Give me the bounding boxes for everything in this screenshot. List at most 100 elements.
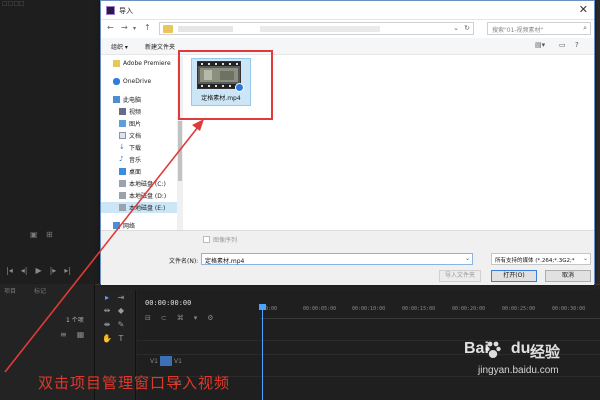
nest-icon[interactable]: ⊟	[145, 314, 151, 322]
pictures-folder-icon	[119, 120, 126, 127]
cancel-button[interactable]: 取消	[545, 270, 591, 282]
open-button[interactable]: 打开(O)	[491, 270, 537, 282]
sidebar-item-onedrive[interactable]: OneDrive	[113, 76, 151, 87]
premiere-icon	[113, 60, 120, 67]
forward-arrow-icon[interactable]: →	[121, 23, 128, 32]
sidebar-item-pictures[interactable]: 图片	[119, 118, 141, 129]
hand-tool-icon[interactable]: ✋	[102, 334, 112, 344]
selection-tool-icon[interactable]: ▸	[102, 293, 112, 303]
sidebar-item-this-pc[interactable]: 此电脑	[113, 94, 141, 105]
sidebar-item-downloads[interactable]: ↓ 下载	[119, 142, 141, 153]
onedrive-icon	[113, 78, 120, 85]
sidebar-item-videos[interactable]: 视频	[119, 106, 141, 117]
list-view-icon[interactable]: ≡	[60, 330, 67, 339]
sidebar-item-network[interactable]: 网络	[113, 220, 135, 230]
mark-out-icon[interactable]: ▸|	[64, 266, 71, 275]
new-folder-button[interactable]: 新建文件夹	[145, 42, 175, 51]
slip-tool-icon[interactable]: ⇼	[102, 320, 112, 330]
add-marker-icon[interactable]: ▾	[194, 314, 198, 322]
filetype-select[interactable]: 所有支持的媒体 (*.264;*.3G2;* ⌄	[491, 253, 591, 265]
drive-icon	[119, 204, 126, 211]
dialog-titlebar[interactable]: 导入 ✕	[101, 1, 594, 20]
folder-icon	[163, 25, 173, 33]
sidebar-item-desktop[interactable]: 桌面	[119, 166, 141, 177]
music-folder-icon: ♪	[119, 155, 124, 163]
mark-in-icon[interactable]: |◂	[6, 266, 13, 275]
linked-selection-icon[interactable]: ⌘	[177, 314, 184, 322]
address-bar[interactable]: ⌄ ↻	[159, 22, 474, 35]
icon-view-icon[interactable]: ▦	[77, 330, 85, 339]
monitor-transport-controls: |◂ ◂| ▶ |▸ ▸|	[0, 262, 96, 278]
image-sequence-option[interactable]: 图像序列	[203, 235, 237, 244]
ruler-tick: 00:00:05:00	[303, 306, 337, 312]
sidebar-item-label: 下载	[129, 145, 142, 152]
tab-markers[interactable]: 标记	[34, 286, 46, 295]
image-sequence-label: 图像序列	[213, 237, 238, 244]
sidebar-item-label: OneDrive	[123, 78, 152, 85]
timeline-timecode[interactable]: 00:00:00:00	[145, 299, 191, 307]
playhead[interactable]	[262, 306, 263, 400]
project-item-count: 1 个项	[66, 317, 84, 324]
recent-locations-icon[interactable]: ▾	[133, 25, 136, 32]
project-panel-icons: ≡ ▦	[60, 330, 84, 339]
premiere-app-icon	[106, 6, 115, 15]
sidebar-item-label: 图片	[129, 121, 142, 128]
import-folder-button[interactable]: 导入文件夹	[439, 270, 481, 282]
watermark-bai: Bai	[464, 340, 489, 357]
razor-tool-icon[interactable]: ◆	[116, 306, 126, 316]
monitor-export-icon[interactable]: ⊞	[46, 230, 53, 239]
documents-folder-icon	[119, 132, 126, 139]
sidebar-scrollbar-thumb[interactable]	[178, 121, 182, 181]
chevron-down-icon[interactable]: ⌄	[465, 255, 470, 262]
sidebar-item-label: 网络	[123, 223, 136, 230]
monitor-settings-icon[interactable]: ▣	[30, 230, 38, 239]
drive-icon	[119, 192, 126, 199]
help-icon[interactable]: ?	[575, 41, 579, 49]
up-arrow-icon[interactable]: ↑	[144, 23, 151, 32]
sidebar-item-drive-d[interactable]: 本地磁盘 (D:)	[119, 190, 166, 201]
type-tool-icon[interactable]: T	[116, 334, 126, 344]
sidebar-item-music[interactable]: ♪ 音乐	[119, 154, 141, 165]
chevron-down-icon[interactable]: ⌄	[583, 255, 588, 262]
tab-project[interactable]: 项目	[4, 286, 16, 295]
snap-icon[interactable]: ⊂	[161, 314, 167, 322]
ruler-tick: 00:00:30:00	[552, 306, 586, 312]
computer-icon	[113, 96, 120, 103]
network-icon	[113, 222, 120, 229]
organize-menu[interactable]: 组织 ▾	[111, 42, 128, 51]
sidebar-item-adobe-premiere[interactable]: Adobe Premiere	[113, 58, 171, 69]
track-select-tool-icon[interactable]: ⇥	[116, 293, 126, 303]
sidebar-item-label: 音乐	[129, 157, 142, 164]
image-sequence-checkbox[interactable]	[203, 236, 210, 243]
play-icon[interactable]: ▶	[35, 266, 41, 275]
chevron-down-icon[interactable]: ⌄	[453, 24, 459, 32]
view-options-icon[interactable]: ▤▾	[535, 41, 545, 49]
sidebar-item-documents[interactable]: 文档	[119, 130, 141, 141]
baidu-watermark: Bai du	[464, 340, 530, 358]
refresh-icon[interactable]: ↻	[464, 24, 470, 32]
back-arrow-icon[interactable]: ←	[107, 23, 114, 32]
step-forward-icon[interactable]: |▸	[50, 266, 57, 275]
import-dialog: 导入 ✕ ← → ▾ ↑ ⌄ ↻ 搜索"01-视频素材" ⌕ 组织 ▾ 新建文件…	[100, 0, 595, 285]
ripple-edit-tool-icon[interactable]: ⇹	[102, 306, 112, 316]
sidebar-item-label: 此电脑	[123, 97, 142, 104]
panel-edge	[595, 0, 600, 284]
pen-tool-icon[interactable]: ✎	[116, 320, 126, 330]
preview-pane-icon[interactable]: ▭	[559, 41, 566, 49]
sidebar-item-drive-e[interactable]: 本地磁盘 (E:)	[101, 202, 177, 213]
jingyan-watermark: 经验	[530, 343, 561, 361]
filetype-value: 所有支持的媒体 (*.264;*.3G2;*	[495, 258, 575, 264]
watermark-url: jingyan.baidu.com	[478, 365, 559, 376]
command-bar: 组织 ▾ 新建文件夹 ▤▾ ▭ ?	[101, 38, 594, 55]
sidebar-item-drive-c[interactable]: 本地磁盘 (C:)	[119, 178, 166, 189]
search-icon[interactable]: ⌕	[583, 24, 587, 33]
sidebar-item-label: Adobe Premiere	[123, 60, 171, 67]
track-source-v1[interactable]: V1	[150, 358, 158, 365]
search-box[interactable]: 搜索"01-视频素材" ⌕	[487, 22, 591, 35]
annotation-highlight-box	[178, 50, 273, 120]
track-target-toggle[interactable]	[160, 356, 172, 366]
close-icon[interactable]: ✕	[579, 3, 588, 16]
step-back-icon[interactable]: ◂|	[21, 266, 28, 275]
timeline-settings-icon[interactable]: ⚙	[207, 314, 213, 322]
filename-input[interactable]: 定格素材.mp4 ⌄	[201, 253, 473, 265]
